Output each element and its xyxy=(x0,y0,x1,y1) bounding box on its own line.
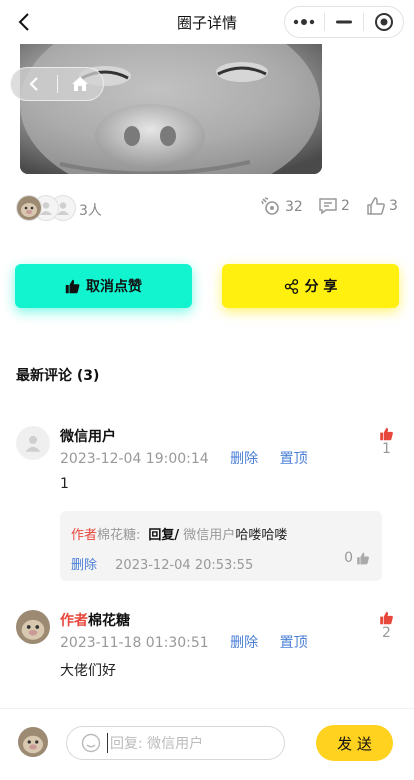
reply-text: 哈喽哈喽 xyxy=(235,528,288,543)
comment-time: 2023-11-18 01:30:51 xyxy=(60,635,209,651)
floating-nav xyxy=(10,67,104,101)
comment-author-line[interactable]: 作者棉花糖 xyxy=(60,610,130,630)
views-stat: 32 xyxy=(260,196,303,218)
thumb-up-outline-icon xyxy=(367,197,385,215)
delete-link[interactable]: 删除 xyxy=(71,558,97,573)
comments-count: 2 xyxy=(341,198,350,214)
home-icon xyxy=(72,77,89,91)
minimize-button[interactable] xyxy=(325,7,364,37)
user-icon xyxy=(25,435,41,452)
comments-stat[interactable]: 2 xyxy=(318,196,350,216)
avatar-image xyxy=(17,196,41,220)
reply-time: 2023-12-04 20:53:55 xyxy=(115,558,254,573)
reply-content: 作者棉花糖: 回复/ 微信用户哈喽哈喽 xyxy=(71,524,287,543)
comment-meta: 2023-12-04 19:00:14 删除 置顶 xyxy=(60,448,308,468)
avatar[interactable] xyxy=(16,426,50,460)
thumb-up-icon xyxy=(380,611,393,625)
views-count: 32 xyxy=(285,199,303,215)
unlike-label: 取消点赞 xyxy=(86,279,142,295)
reply-like-button[interactable]: 0 xyxy=(344,550,370,566)
emoji-icon[interactable] xyxy=(81,733,101,753)
nav-bar: 圈子详情 xyxy=(0,0,414,44)
share-button[interactable]: 分 享 xyxy=(222,264,399,308)
participant-count: 3人 xyxy=(79,203,102,219)
float-back-button[interactable] xyxy=(11,68,57,100)
reply-like-count: 0 xyxy=(344,550,353,566)
avatar xyxy=(18,727,48,757)
delete-link[interactable]: 删除 xyxy=(230,451,258,467)
comments-title: 最新评论 (3) xyxy=(16,368,100,384)
reply-label: 回复/ xyxy=(148,528,180,543)
likes-count: 3 xyxy=(389,198,398,214)
more-dots-icon xyxy=(294,19,315,25)
comment-author: 棉花糖 xyxy=(88,613,130,629)
share-label: 分 享 xyxy=(304,279,338,295)
comment-text: 1 xyxy=(60,476,69,492)
thumb-up-icon xyxy=(380,427,393,441)
unlike-button[interactable]: 取消点赞 xyxy=(15,264,192,308)
mini-program-capsule xyxy=(284,6,404,38)
comment-item: 微信用户 2023-12-04 19:00:14 删除 置顶 1 1 作者棉花糖… xyxy=(16,426,400,586)
thumb-up-icon xyxy=(357,552,369,564)
delete-link[interactable]: 删除 xyxy=(230,635,258,651)
reply-item: 作者棉花糖: 回复/ 微信用户哈喽哈喽 删除 2023-12-04 20:53:5… xyxy=(60,511,382,581)
pig-face-image xyxy=(20,44,322,174)
comment-icon xyxy=(319,198,337,215)
send-button[interactable]: 发 送 xyxy=(316,725,393,761)
reply-placeholder: 回复: 微信用户 xyxy=(107,733,203,753)
post-stats: 3人 32 2 3 xyxy=(16,193,402,223)
comment-input-bar: 回复: 微信用户 发 送 xyxy=(0,708,414,780)
reply-author[interactable]: 棉花糖: xyxy=(97,528,140,543)
likes-stat[interactable]: 3 xyxy=(366,196,398,216)
comment-meta: 2023-11-18 01:30:51 删除 置顶 xyxy=(60,632,308,652)
home-button[interactable] xyxy=(58,68,104,100)
comment-time: 2023-12-04 19:00:14 xyxy=(60,451,209,467)
comment-like-count: 1 xyxy=(382,441,391,457)
share-icon xyxy=(284,278,298,294)
comment-like-button[interactable]: 1 xyxy=(379,427,394,457)
reply-input[interactable]: 回复: 微信用户 xyxy=(66,726,285,760)
comment-like-button[interactable]: 2 xyxy=(379,611,394,641)
author-tag: 作者 xyxy=(60,613,88,629)
pin-link[interactable]: 置顶 xyxy=(280,451,308,467)
author-tag: 作者 xyxy=(71,528,98,543)
avatar xyxy=(16,195,42,221)
reply-meta: 删除 2023-12-04 20:53:55 xyxy=(71,554,253,573)
comment-like-count: 2 xyxy=(382,625,391,641)
chevron-left-icon xyxy=(29,77,38,91)
thumb-up-icon xyxy=(65,279,80,293)
target-circle-icon xyxy=(374,13,393,31)
avatar-image xyxy=(16,610,50,644)
comment-text: 大佬们好 xyxy=(60,663,116,679)
post-image[interactable] xyxy=(20,44,322,174)
avatar-image xyxy=(18,727,48,757)
pin-link[interactable]: 置顶 xyxy=(280,635,308,651)
more-button[interactable] xyxy=(285,7,324,37)
eye-view-icon xyxy=(261,197,279,215)
reply-target[interactable]: 微信用户 xyxy=(183,528,235,543)
comment-item: 作者棉花糖 2023-11-18 01:30:51 删除 置顶 2 大佬们好 xyxy=(16,610,400,690)
close-program-button[interactable] xyxy=(364,7,403,37)
comment-author[interactable]: 微信用户 xyxy=(60,426,116,446)
minus-icon xyxy=(336,20,352,24)
avatar[interactable] xyxy=(16,610,50,644)
